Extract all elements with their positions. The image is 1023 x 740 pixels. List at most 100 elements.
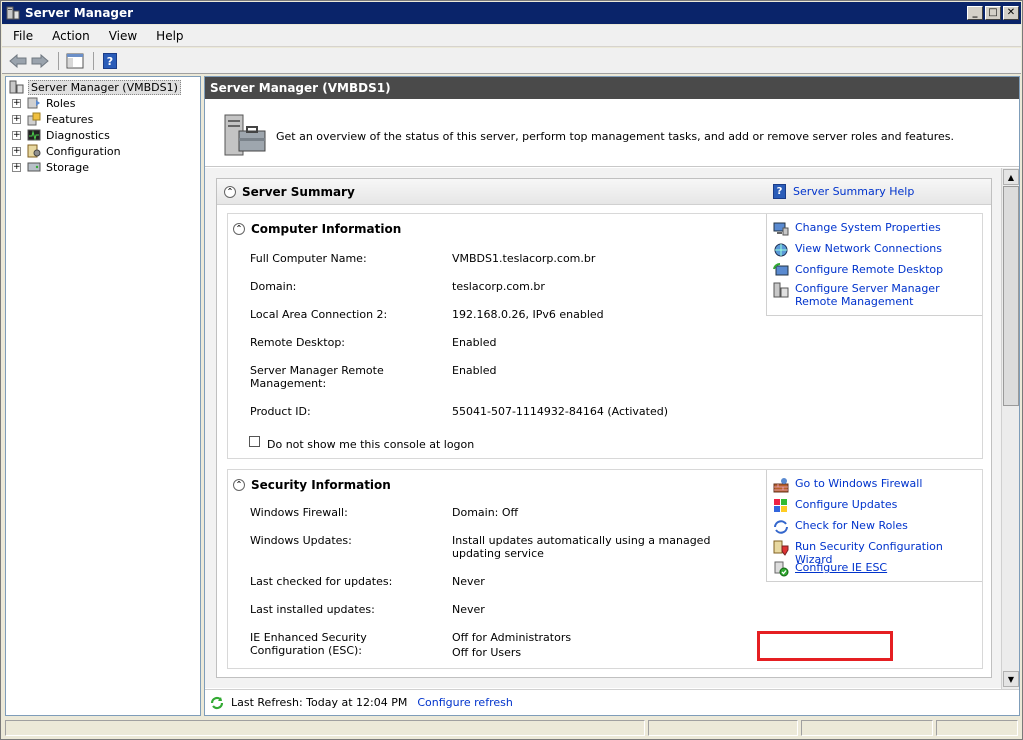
expand-icon[interactable]: + <box>12 114 21 124</box>
do-not-show-checkbox[interactable] <box>249 436 260 447</box>
tree-item-configuration[interactable]: + Configuration <box>12 144 121 158</box>
scroll-down-arrow-icon[interactable]: ▼ <box>1003 671 1019 687</box>
menu-action[interactable]: Action <box>41 29 98 43</box>
tree-item-diagnostics[interactable]: + Diagnostics <box>12 128 110 142</box>
configure-refresh-link[interactable]: Configure refresh <box>417 696 512 709</box>
firewall-icon <box>773 478 789 493</box>
toolbar-separator <box>58 51 59 70</box>
forward-button[interactable] <box>30 51 50 71</box>
task-label[interactable]: Configure IE ESC <box>795 561 887 574</box>
security-information-title[interactable]: ⌃ Security Information <box>233 478 391 492</box>
toolbar: ? <box>2 48 1021 74</box>
section-title-text: Computer Information <box>251 222 402 236</box>
task-label[interactable]: Check for New Roles <box>795 519 908 532</box>
info-value: Never <box>452 575 485 588</box>
console-tree: Server Manager (VMBDS1) + Roles + Featur… <box>5 76 201 716</box>
configure-ie-esc-link[interactable]: Configure IE ESC <box>773 561 887 577</box>
server-summary-title[interactable]: ⌃ Server Summary <box>224 185 355 199</box>
expand-icon[interactable]: + <box>12 130 21 140</box>
maximize-button[interactable]: □ <box>985 6 1001 20</box>
status-cell <box>5 720 645 736</box>
change-system-properties-link[interactable]: Change System Properties <box>773 221 941 237</box>
server-toolbox-icon <box>224 114 266 156</box>
scroll-thumb[interactable] <box>1003 186 1019 406</box>
network-icon <box>774 243 788 257</box>
back-button[interactable] <box>8 51 28 71</box>
configure-server-manager-remote-management-link[interactable]: Configure Server Manager Remote Manageme… <box>773 282 973 308</box>
tree-item-storage[interactable]: + Storage <box>12 160 89 174</box>
info-label: Last installed updates: <box>250 603 375 616</box>
go-to-windows-firewall-link[interactable]: Go to Windows Firewall <box>773 477 922 493</box>
window-title: Server Manager <box>25 6 134 20</box>
help-icon: ? <box>103 52 117 69</box>
show-hide-console-tree-button[interactable] <box>65 51 85 71</box>
info-label: Windows Updates: <box>250 534 352 547</box>
tree-item-features[interactable]: + Features <box>12 112 93 126</box>
info-value: Never <box>452 603 485 616</box>
task-label[interactable]: Configure Updates <box>795 498 897 511</box>
tree-item-roles[interactable]: + Roles <box>12 96 75 110</box>
section-title-text: Security Information <box>251 478 391 492</box>
menu-view[interactable]: View <box>98 29 145 43</box>
scroll-up-arrow-icon[interactable]: ▲ <box>1003 169 1019 185</box>
info-label: Full Computer Name: <box>250 252 367 265</box>
highlight-box <box>757 631 893 661</box>
refresh-status-bar: Last Refresh: Today at 12:04 PM Configur… <box>205 689 1019 715</box>
toolbar-separator <box>93 51 94 70</box>
overview-text: Get an overview of the status of this se… <box>276 130 955 143</box>
summary-scroll-area: ⌃ Server Summary ? Server Summary Help ⌃… <box>205 168 1001 688</box>
menu-bar: File Action View Help <box>2 25 1021 47</box>
task-label[interactable]: Configure Remote Desktop <box>795 263 943 276</box>
configure-remote-desktop-link[interactable]: Configure Remote Desktop <box>773 263 943 279</box>
ie-esc-icon <box>774 561 789 577</box>
view-network-connections-link[interactable]: View Network Connections <box>773 242 942 258</box>
computer-information-section: ⌃ Computer Information Full Computer Nam… <box>227 213 983 459</box>
expand-icon[interactable]: + <box>12 162 21 172</box>
title-bar[interactable]: Server Manager _ □ ✕ <box>2 2 1021 24</box>
configure-updates-link[interactable]: Configure Updates <box>773 498 897 514</box>
collapse-icon[interactable]: ⌃ <box>233 223 245 235</box>
task-label[interactable]: Configure Server Manager Remote Manageme… <box>795 282 973 308</box>
task-label[interactable]: Go to Windows Firewall <box>795 477 922 490</box>
close-button[interactable]: ✕ <box>1003 6 1019 20</box>
server-summary-help-link[interactable]: ? Server Summary Help <box>773 184 914 199</box>
task-label[interactable]: Change System Properties <box>795 221 941 234</box>
status-cell <box>801 720 933 736</box>
forward-arrow-icon <box>31 53 49 68</box>
tree-root-server-manager[interactable]: Server Manager (VMBDS1) <box>9 79 181 95</box>
server-manager-icon <box>773 282 789 298</box>
info-label: Local Area Connection 2: <box>250 308 388 321</box>
tree-item-label: Configuration <box>46 144 121 158</box>
tree-item-label: Storage <box>46 160 90 174</box>
minimize-button[interactable]: _ <box>967 6 983 20</box>
roles-icon <box>27 97 40 109</box>
collapse-icon[interactable]: ⌃ <box>233 479 245 491</box>
info-value: Install updates automatically using a ma… <box>452 534 711 560</box>
diagnostics-icon <box>27 129 41 141</box>
vertical-scrollbar[interactable]: ▲ ▼ <box>1001 168 1019 690</box>
expand-icon[interactable]: + <box>12 98 21 108</box>
expand-icon[interactable]: + <box>12 146 21 156</box>
system-properties-icon <box>773 222 789 236</box>
collapse-icon[interactable]: ⌃ <box>224 186 236 198</box>
security-tasks-panel: Go to Windows Firewall Configure Updates… <box>766 470 982 582</box>
info-value: Enabled <box>452 336 497 349</box>
configuration-icon <box>27 144 41 158</box>
info-label: Remote Desktop: <box>250 336 346 349</box>
checkbox-label[interactable]: Do not show me this console at logon <box>267 438 474 451</box>
security-wizard-icon <box>773 540 789 556</box>
help-link-text[interactable]: Server Summary Help <box>793 185 914 198</box>
info-value: teslacorp.com.br <box>452 280 545 293</box>
status-cell <box>936 720 1018 736</box>
console-tree-icon <box>66 53 84 68</box>
help-button[interactable]: ? <box>100 51 120 71</box>
menu-help[interactable]: Help <box>145 29 191 43</box>
computer-information-title[interactable]: ⌃ Computer Information <box>233 222 401 236</box>
windows-update-icon <box>774 499 787 512</box>
check-for-new-roles-link[interactable]: Check for New Roles <box>773 519 908 535</box>
info-value: Off for Administrators <box>452 631 572 644</box>
menu-file[interactable]: File <box>2 29 41 43</box>
tree-item-label: Diagnostics <box>46 128 110 142</box>
task-label[interactable]: View Network Connections <box>795 242 942 255</box>
server-summary-section: ⌃ Server Summary ? Server Summary Help ⌃… <box>216 178 992 678</box>
